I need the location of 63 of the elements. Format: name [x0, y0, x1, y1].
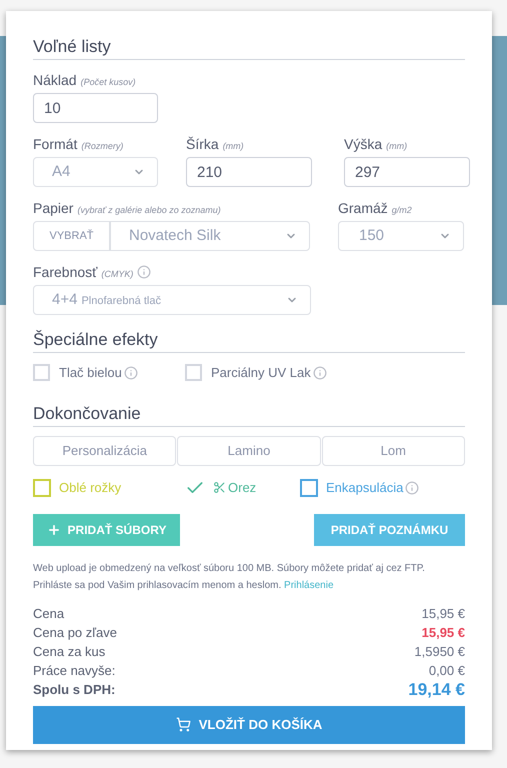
price-label: Spolu s DPH: [33, 681, 116, 700]
field-label: Výška [344, 135, 382, 154]
checkbox-label: Parciálny UV Lak [211, 364, 311, 382]
info-icon[interactable] [124, 366, 138, 380]
field-label: Farebnosť [33, 263, 98, 282]
price-label: Cena [33, 605, 64, 624]
info-icon[interactable] [312, 366, 327, 380]
login-link[interactable]: Prihlásenie [284, 580, 334, 590]
field-hint: (Počet kusov) [80, 76, 136, 89]
select-value: A4 [52, 162, 70, 182]
checkbox[interactable] [33, 364, 50, 382]
finishing-tab[interactable]: Lom [322, 436, 465, 466]
price-label: Cena po zľave [33, 624, 118, 642]
select-value: Novatech Silk [129, 226, 221, 246]
section-title: Voľné listy [33, 36, 465, 60]
checkbox[interactable] [33, 478, 51, 496]
field-label: Šírka [186, 135, 219, 154]
checkbox[interactable] [300, 478, 318, 496]
add-to-cart-button[interactable]: VLOŽIŤ DO KOŠÍKA [33, 706, 465, 744]
text-input[interactable]: 10 [33, 93, 158, 123]
price-value: 1,5950 € [414, 643, 465, 662]
option-label: Orez [228, 478, 256, 497]
field-hint: (Rozmery) [81, 140, 124, 153]
select-field[interactable]: A4 [33, 157, 158, 187]
checkbox-label: Tlač bielou [59, 364, 122, 382]
add-files-button[interactable]: PRIDAŤ SÚBORY [33, 514, 180, 546]
price-label: Práce navyše: [33, 662, 116, 680]
checkbox[interactable] [185, 364, 202, 382]
price-value: 15,95 € [422, 624, 465, 642]
field-label: Papier [33, 199, 74, 218]
price-value: 19,14 € [408, 679, 465, 702]
text-input[interactable]: 210 [186, 157, 312, 187]
option-label: Oblé rožky [59, 478, 122, 497]
finishing-tab[interactable]: Personalizácia [33, 436, 176, 466]
select-field[interactable]: 4+4 Plnofarebná tlač [33, 285, 311, 315]
field-label: Gramáž [338, 199, 388, 218]
plus-icon [46, 522, 61, 536]
scissors-icon [213, 481, 226, 494]
price-label: Cena za kus [33, 643, 106, 662]
price-value: 0,00 € [428, 662, 465, 680]
field-label: Náklad [33, 71, 77, 90]
text-input[interactable]: 297 [344, 157, 470, 187]
field-hint: (mm) [386, 140, 408, 153]
choose-button[interactable]: VYBRAŤ [33, 221, 110, 251]
info-icon[interactable] [405, 480, 420, 494]
section-title: Dokončovanie [33, 402, 465, 426]
upload-notice: Web upload je obmedzený na veľkosť súboru 100 MB. Súbory môžete pridať aj cez FTP. Prihláste sa pod Vašim prihlasovacím menom a heslom. Prihlásenie [33, 562, 426, 592]
price-value: 15,95 € [422, 605, 465, 624]
field-hint: g/m2 [392, 204, 412, 217]
select-field[interactable]: Novatech Silk [110, 221, 310, 251]
field-hint: (vybrať z galérie alebo zo zoznamu) [77, 204, 221, 217]
cart-icon [176, 717, 191, 732]
select-value: 150 [359, 226, 384, 246]
select-value: 4+4 Plnofarebná tlač [52, 290, 161, 310]
info-icon[interactable] [137, 265, 152, 279]
add-note-button[interactable]: PRIDAŤ POZNÁMKU [314, 514, 465, 546]
select-field[interactable]: 150 [338, 221, 464, 251]
field-hint: (mm) [222, 140, 244, 153]
section-title: Špeciálne efekty [33, 329, 465, 353]
finishing-tab[interactable]: Lamino [177, 436, 321, 466]
option-label: Enkapsulácia [326, 478, 404, 497]
field-hint: (CMYK) [101, 268, 134, 281]
field-label: Formát [33, 135, 78, 154]
